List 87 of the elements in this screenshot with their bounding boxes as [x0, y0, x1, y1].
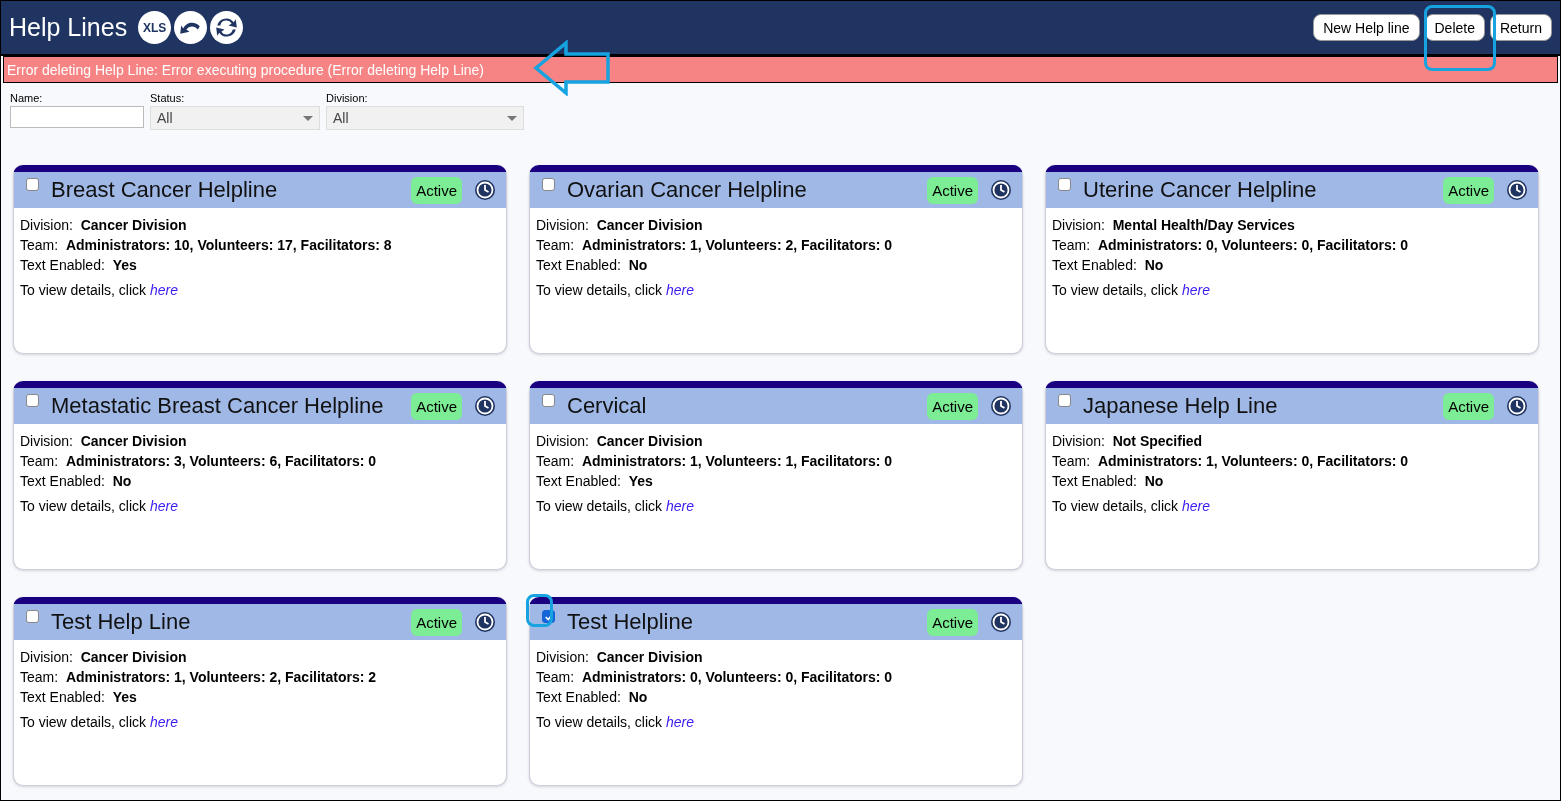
refresh-icon[interactable] [210, 11, 244, 44]
header-button[interactable]: Return [1489, 14, 1552, 41]
clock-icon[interactable] [990, 179, 1012, 201]
status-badge: Active [411, 392, 462, 420]
select-checkbox[interactable] [542, 178, 555, 191]
highlight-frame [526, 594, 553, 627]
status-badge: Active [927, 608, 978, 636]
select-checkbox[interactable] [26, 394, 39, 407]
export-xls-button[interactable]: XLS [138, 11, 172, 44]
text-enabled-text: Text Enabled: Yes [536, 472, 654, 491]
details-text: To view details, click [536, 713, 663, 732]
arrow-callout-icon [532, 40, 612, 96]
status-badge: Active [411, 176, 462, 204]
text-enabled-text: Text Enabled: No [1052, 256, 1165, 275]
details-link[interactable]: here [665, 496, 694, 516]
clock-icon[interactable] [474, 611, 496, 633]
filter-label: Division: [326, 92, 369, 104]
details-text: To view details, click [536, 497, 663, 516]
name-input[interactable] [10, 106, 144, 128]
clock-icon[interactable] [474, 395, 496, 417]
details-text: To view details, click [536, 281, 663, 300]
team-text: Team: Administrators: 1, Volunteers: 0, Facilitators: 0 [1052, 452, 1410, 471]
team-text: Team: Administrators: 3, Volunteers: 6, Facilitators: 0 [20, 452, 378, 471]
clock-icon[interactable] [474, 179, 496, 201]
select-checkbox[interactable] [26, 178, 39, 191]
team-text: Team: Administrators: 1, Volunteers: 2, Facilitators: 0 [536, 236, 894, 255]
filter-dropdown[interactable]: All [150, 106, 320, 130]
details-text: To view details, click [1052, 497, 1179, 516]
details-text: To view details, click [20, 497, 147, 516]
header-button[interactable]: New Help line [1313, 14, 1420, 41]
division-text: Division: Cancer Division [20, 648, 188, 667]
details-text: To view details, click [20, 713, 147, 732]
team-text: Team: Administrators: 1, Volunteers: 1, Facilitators: 0 [536, 452, 894, 471]
details-link[interactable]: here [665, 712, 694, 732]
division-text: Division: Cancer Division [536, 648, 704, 667]
filter-label: Name: [10, 92, 44, 104]
details-link[interactable]: here [149, 712, 178, 732]
text-enabled-text: Text Enabled: No [536, 256, 649, 275]
filter-label: Status: [150, 92, 186, 104]
clock-icon[interactable] [1506, 179, 1528, 201]
text-enabled-text: Text Enabled: No [536, 688, 649, 707]
select-checkbox[interactable] [542, 394, 555, 407]
text-enabled-text: Text Enabled: Yes [20, 256, 138, 275]
select-checkbox[interactable] [26, 610, 39, 623]
status-badge: Active [1443, 392, 1494, 420]
details-link[interactable]: here [149, 496, 178, 516]
card-title: Test Help Line [51, 609, 192, 635]
select-checkbox[interactable] [1058, 394, 1071, 407]
page-title: Help Lines [9, 13, 128, 42]
text-enabled-text: Text Enabled: No [1052, 472, 1165, 491]
error-message: Error deleting Help Line: Error executing procedure (Error deleting Help Line) [7, 61, 485, 78]
status-badge: Active [927, 392, 978, 420]
division-text: Division: Cancer Division [20, 432, 188, 451]
card-title: Cervical [567, 393, 648, 419]
details-link[interactable]: here [665, 280, 694, 300]
card-title: Japanese Help Line [1083, 393, 1279, 419]
division-text: Division: Cancer Division [536, 216, 704, 235]
text-enabled-text: Text Enabled: No [20, 472, 133, 491]
filter-dropdown[interactable]: All [326, 106, 524, 130]
details-link[interactable]: here [149, 280, 178, 300]
clock-icon[interactable] [990, 395, 1012, 417]
status-badge: Active [411, 608, 462, 636]
status-badge: Active [927, 176, 978, 204]
card-title: Breast Cancer Helpline [51, 177, 279, 203]
card-title: Test Helpline [567, 609, 694, 635]
card-title: Uterine Cancer Helpline [1083, 177, 1318, 203]
division-text: Division: Cancer Division [536, 432, 704, 451]
header-button[interactable]: Delete [1424, 14, 1485, 41]
card-title: Ovarian Cancer Helpline [567, 177, 808, 203]
clock-icon[interactable] [990, 611, 1012, 633]
division-text: Division: Mental Health/Day Services [1052, 216, 1296, 235]
details-link[interactable]: here [1181, 280, 1210, 300]
team-text: Team: Administrators: 0, Volunteers: 0, Facilitators: 0 [1052, 236, 1410, 255]
team-text: Team: Administrators: 1, Volunteers: 2, Facilitators: 2 [20, 668, 378, 687]
undo-icon[interactable] [174, 11, 208, 44]
team-text: Team: Administrators: 10, Volunteers: 17, Facilitators: 8 [20, 236, 393, 255]
card-title: Metastatic Breast Cancer Helpline [51, 393, 385, 419]
status-badge: Active [1443, 176, 1494, 204]
clock-icon[interactable] [1506, 395, 1528, 417]
division-text: Division: Cancer Division [20, 216, 188, 235]
details-text: To view details, click [1052, 281, 1179, 300]
division-text: Division: Not Specified [1052, 432, 1204, 451]
text-enabled-text: Text Enabled: Yes [20, 688, 138, 707]
details-link[interactable]: here [1181, 496, 1210, 516]
team-text: Team: Administrators: 0, Volunteers: 0, Facilitators: 0 [536, 668, 894, 687]
select-checkbox[interactable] [1058, 178, 1071, 191]
details-text: To view details, click [20, 281, 147, 300]
